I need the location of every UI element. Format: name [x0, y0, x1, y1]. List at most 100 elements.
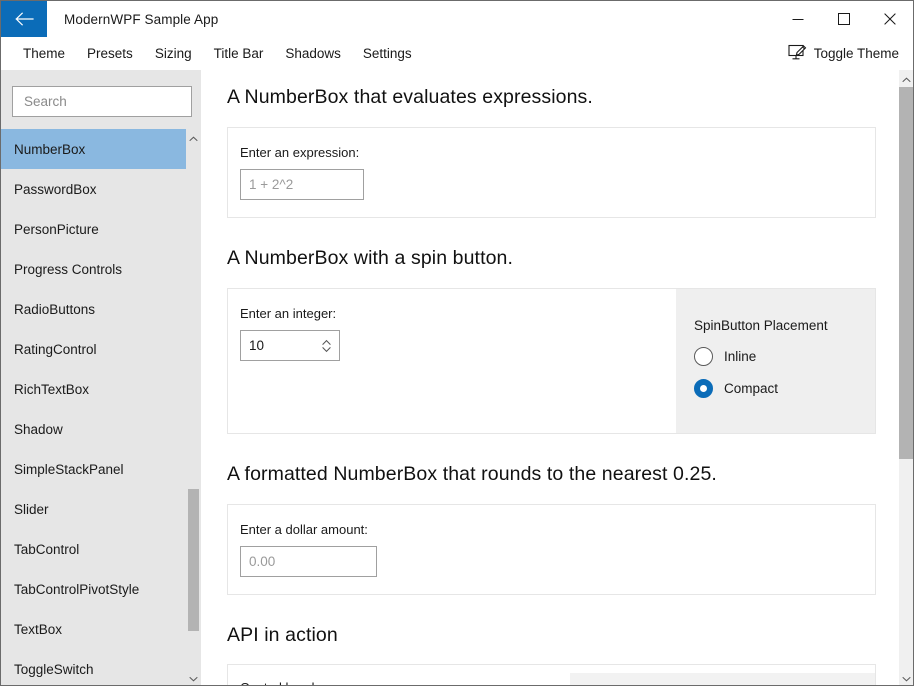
card-api-in-action: Control header: [227, 664, 876, 686]
toggle-theme-button[interactable]: Toggle Theme: [780, 40, 913, 68]
menu-bar: Theme Presets Sizing Title Bar Shadows S…: [1, 37, 913, 70]
sidebar-item-label: RadioButtons: [14, 302, 95, 317]
spin-placement-panel: SpinButton Placement Inline Compact: [676, 289, 875, 433]
card-expression: Enter an expression:: [227, 127, 876, 218]
menu-item-presets[interactable]: Presets: [76, 41, 144, 66]
spinner-updown-icon[interactable]: [313, 331, 339, 360]
chevron-up-icon: [902, 70, 911, 88]
expression-field-label: Enter an expression:: [240, 145, 875, 160]
content-scroll-up-button[interactable]: [899, 70, 913, 87]
card-dollar: Enter a dollar amount:: [227, 504, 876, 595]
minimize-icon: [792, 13, 804, 25]
chevron-down-icon: [189, 669, 198, 686]
sidebar-item-radiobuttons[interactable]: RadioButtons: [1, 289, 186, 329]
spin-placement-title: SpinButton Placement: [694, 318, 875, 333]
sidebar-item-label: Progress Controls: [14, 262, 122, 277]
radio-mark-selected-icon: [694, 379, 713, 398]
maximize-icon: [838, 13, 850, 25]
radio-option-label: Inline: [724, 349, 756, 364]
radio-option-compact[interactable]: Compact: [694, 379, 875, 398]
toggle-theme-label: Toggle Theme: [814, 46, 899, 61]
menu-item-settings[interactable]: Settings: [352, 41, 423, 66]
back-button[interactable]: [1, 1, 47, 37]
sidebar-item-simplestackpanel[interactable]: SimpleStackPanel: [1, 449, 186, 489]
sidebar-item-tabcontrolpivotstyle[interactable]: TabControlPivotStyle: [1, 569, 186, 609]
card-spin-button: Enter an integer: SpinButton Placement: [227, 288, 876, 434]
sidebar-item-label: TabControl: [14, 542, 79, 557]
content-scroll-thumb[interactable]: [899, 87, 913, 459]
sidebar-scroll-thumb[interactable]: [188, 489, 199, 631]
app-window: ModernWPF Sample App: [0, 0, 914, 686]
integer-input[interactable]: [241, 338, 313, 353]
menu-item-sizing[interactable]: Sizing: [144, 41, 203, 66]
search-box[interactable]: [12, 86, 192, 117]
content-scroll-down-button[interactable]: [899, 669, 913, 686]
sidebar-item-label: PasswordBox: [14, 182, 97, 197]
content-scroll-region: A NumberBox that evaluates expressions. …: [201, 70, 898, 686]
menu-item-title-bar[interactable]: Title Bar: [203, 41, 275, 66]
api-options-panel: [570, 673, 875, 686]
sidebar-item-label: RichTextBox: [14, 382, 89, 397]
sidebar-item-slider[interactable]: Slider: [1, 489, 186, 529]
minimize-button[interactable]: [775, 1, 821, 37]
sidebar: NumberBox PasswordBox PersonPicture Prog…: [1, 70, 201, 686]
radio-mark-icon: [694, 347, 713, 366]
app-title: ModernWPF Sample App: [47, 1, 218, 37]
control-header-label: Control header: [240, 680, 326, 686]
expression-input-wrapper[interactable]: [240, 169, 364, 200]
sidebar-nav-list: NumberBox PasswordBox PersonPicture Prog…: [1, 129, 201, 686]
maximize-button[interactable]: [821, 1, 867, 37]
integer-field-label: Enter an integer:: [240, 306, 340, 321]
sidebar-item-toggleswitch[interactable]: ToggleSwitch: [1, 649, 186, 686]
content-scrollbar[interactable]: [898, 70, 913, 686]
sidebar-scroll-track[interactable]: [186, 146, 201, 669]
sidebar-item-textbox[interactable]: TextBox: [1, 609, 186, 649]
search-input[interactable]: [13, 94, 201, 109]
sidebar-item-label: RatingControl: [14, 342, 97, 357]
card-expression-body: Enter an expression:: [228, 128, 875, 217]
content-area: A NumberBox that evaluates expressions. …: [201, 70, 913, 686]
integer-input-wrapper[interactable]: [240, 330, 340, 361]
section-title-api-in-action: API in action: [227, 624, 876, 647]
sidebar-item-label: Slider: [14, 502, 49, 517]
chevron-down-icon: [902, 669, 911, 686]
sidebar-item-tabcontrol[interactable]: TabControl: [1, 529, 186, 569]
sidebar-item-richtextbox[interactable]: RichTextBox: [1, 369, 186, 409]
sidebar-scroll-up-button[interactable]: [186, 129, 201, 146]
sidebar-item-label: PersonPicture: [14, 222, 99, 237]
dollar-field-label: Enter a dollar amount:: [240, 522, 875, 537]
close-icon: [884, 13, 896, 25]
section-title-spin-button: A NumberBox with a spin button.: [227, 247, 876, 270]
dollar-input[interactable]: [241, 554, 376, 569]
sidebar-item-label: TabControlPivotStyle: [14, 582, 139, 597]
sidebar-item-label: SimpleStackPanel: [14, 462, 124, 477]
sidebar-item-progress-controls[interactable]: Progress Controls: [1, 249, 186, 289]
sidebar-item-label: NumberBox: [14, 142, 85, 157]
sidebar-item-ratingcontrol[interactable]: RatingControl: [1, 329, 186, 369]
theme-monitor-pen-icon: [788, 44, 807, 64]
sidebar-item-label: TextBox: [14, 622, 62, 637]
section-title-expressions: A NumberBox that evaluates expressions.: [227, 86, 876, 109]
radio-option-inline[interactable]: Inline: [694, 347, 875, 366]
sidebar-scrollbar[interactable]: [186, 129, 201, 686]
sidebar-item-personpicture[interactable]: PersonPicture: [1, 209, 186, 249]
sidebar-item-passwordbox[interactable]: PasswordBox: [1, 169, 186, 209]
window-controls: [775, 1, 913, 37]
chevron-up-icon: [189, 129, 198, 147]
menu-item-shadows[interactable]: Shadows: [274, 41, 352, 66]
sidebar-scroll-down-button[interactable]: [186, 669, 201, 686]
arrow-left-icon: [15, 12, 34, 26]
section-title-formatted: A formatted NumberBox that rounds to the…: [227, 463, 876, 486]
expression-input[interactable]: [241, 177, 363, 192]
sidebar-item-shadow[interactable]: Shadow: [1, 409, 186, 449]
card-spin-body: Enter an integer:: [240, 306, 340, 361]
sidebar-item-numberbox[interactable]: NumberBox: [1, 129, 186, 169]
sidebar-item-label: ToggleSwitch: [14, 662, 94, 677]
dollar-input-wrapper[interactable]: [240, 546, 377, 577]
menu-item-theme[interactable]: Theme: [12, 41, 76, 66]
radio-option-label: Compact: [724, 381, 778, 396]
sidebar-item-label: Shadow: [14, 422, 63, 437]
card-dollar-body: Enter a dollar amount:: [228, 505, 875, 594]
close-button[interactable]: [867, 1, 913, 37]
title-bar: ModernWPF Sample App: [1, 1, 913, 37]
